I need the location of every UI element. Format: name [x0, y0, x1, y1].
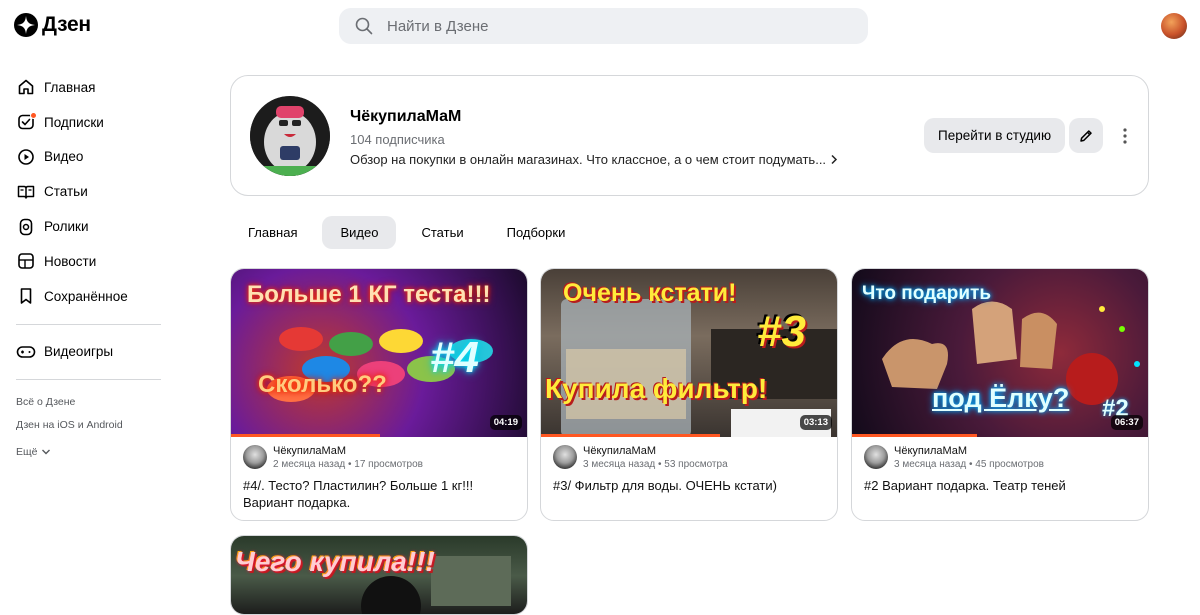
channel-card: ЧёкупилаМаМ 104 подписчика Обзор на поку… [230, 75, 1149, 196]
thumbnail-caption: Купила фильтр! [545, 373, 768, 404]
video-thumbnail[interactable]: Больше 1 КГ теста!!! Сколько?? #4 04:19 [231, 269, 527, 437]
video-title[interactable]: #2 Вариант подарка. Театр теней [864, 477, 1139, 494]
home-icon [16, 77, 36, 97]
tab-video[interactable]: Видео [322, 216, 397, 249]
notification-dot [30, 111, 37, 119]
author-avatar[interactable] [243, 445, 267, 469]
sidebar-item-articles[interactable]: Статьи [0, 174, 175, 209]
author-name[interactable]: ЧёкупилаМаМ [273, 445, 423, 458]
header: Дзен [0, 0, 1200, 54]
video-stats: 2 месяца назад • 17 просмотров [273, 459, 423, 470]
subscriber-count: 104 подписчика [350, 132, 445, 147]
watch-progress-bar [541, 434, 720, 437]
sidebar-item-label: Статьи [44, 184, 88, 200]
tab-collections[interactable]: Подборки [489, 216, 584, 249]
news-icon [16, 251, 36, 271]
sidebar-item-label: Видео [44, 149, 84, 165]
sidebar-item-subscriptions[interactable]: Подписки [0, 105, 175, 140]
sidebar-item-label: Главная [44, 79, 96, 95]
edit-button[interactable] [1069, 118, 1103, 153]
search-bar[interactable] [339, 8, 868, 44]
video-card[interactable]: Больше 1 КГ теста!!! Сколько?? #4 04:19 … [230, 268, 528, 521]
author-avatar[interactable] [553, 445, 577, 469]
thumbnail-caption: под Ёлку? [932, 383, 1070, 413]
video-meta: ЧёкупилаМаМ 2 месяца назад • 17 просмотр… [243, 445, 423, 471]
apps-link[interactable]: Дзен на iOS и Android [16, 417, 175, 440]
video-card[interactable]: Что подарить под Ёлку? #2 06:37 Чёкупила… [851, 268, 1149, 521]
sidebar-divider [16, 323, 161, 325]
dzen-logo[interactable]: Дзен [14, 13, 91, 37]
more-button[interactable] [1116, 126, 1134, 146]
sidebar: Главная Подписки Видео Статьи Ролики Нов… [0, 70, 175, 463]
sidebar-item-news[interactable]: Новости [0, 244, 175, 279]
pencil-icon [1080, 129, 1092, 142]
channel-tabs: Главная Видео Статьи Подборки [230, 216, 590, 249]
search-input[interactable] [387, 17, 827, 35]
video-title[interactable]: #4/. Тесто? Пластилин? Больше 1 кг!!! Ва… [243, 477, 518, 511]
channel-avatar[interactable] [250, 96, 330, 176]
author-name[interactable]: ЧёкупилаМаМ [583, 445, 728, 458]
sidebar-item-label: Видеоигры [44, 344, 114, 360]
sidebar-item-label: Подписки [44, 114, 104, 130]
video-thumbnail[interactable]: Чего купила!!! [231, 536, 527, 614]
video-card[interactable]: Чего купила!!! [230, 535, 528, 615]
sidebar-item-saved[interactable]: Сохранённое [0, 279, 175, 314]
studio-button[interactable]: Перейти в студию [924, 118, 1066, 153]
sidebar-item-label: Сохранённое [44, 288, 128, 304]
video-duration: 03:13 [799, 415, 832, 430]
user-avatar[interactable] [1161, 13, 1187, 39]
channel-description[interactable]: Обзор на покупки в онлайн магазинах. Что… [350, 152, 838, 167]
video-icon [16, 147, 36, 167]
video-meta: ЧёкупилаМаМ 3 месяца назад • 53 просмотр… [553, 445, 728, 471]
thumbnail-caption: #3 [757, 307, 806, 356]
gamepad-icon [16, 342, 36, 362]
sidebar-item-label: Новости [44, 253, 97, 269]
author-avatar[interactable] [864, 445, 888, 469]
thumbnail-caption: Чего купила!!! [235, 546, 435, 577]
logo-text: Дзен [42, 13, 91, 36]
video-title[interactable]: #3/ Фильтр для воды. ОЧЕНЬ кстати) [553, 477, 828, 494]
video-thumbnail[interactable]: Что подарить под Ёлку? #2 06:37 [852, 269, 1148, 437]
chevron-right-icon [831, 154, 838, 165]
video-stats: 3 месяца назад • 45 просмотров [894, 459, 1044, 470]
sidebar-item-video[interactable]: Видео [0, 140, 175, 175]
about-link[interactable]: Всё о Дзене [16, 394, 175, 417]
video-duration: 04:19 [489, 415, 522, 430]
shorts-icon [16, 217, 36, 237]
channel-avatar-image [250, 96, 330, 176]
watch-progress-bar [852, 434, 978, 437]
video-stats: 3 месяца назад • 53 просмотра [583, 459, 728, 470]
tab-home[interactable]: Главная [230, 216, 315, 249]
footer-links: Всё о Дзене Дзен на iOS и Android Ещё [0, 394, 175, 463]
thumbnail-caption: Больше 1 КГ теста!!! [247, 281, 491, 308]
video-duration: 06:37 [1110, 415, 1143, 430]
chevron-down-icon [42, 449, 51, 455]
sidebar-item-shorts[interactable]: Ролики [0, 209, 175, 244]
video-meta: ЧёкупилаМаМ 3 месяца назад • 45 просмотр… [864, 445, 1044, 471]
thumbnail-caption: Очень кстати! [563, 279, 737, 307]
author-name[interactable]: ЧёкупилаМаМ [894, 445, 1044, 458]
channel-description-text: Обзор на покупки в онлайн магазинах. Что… [350, 152, 827, 167]
more-link-label: Ещё [16, 445, 38, 458]
sidebar-item-home[interactable]: Главная [0, 70, 175, 105]
more-vertical-icon [1123, 128, 1127, 144]
sidebar-item-label: Ролики [44, 219, 89, 235]
video-thumbnail[interactable]: Очень кстати! #3 Купила фильтр! 03:13 [541, 269, 837, 437]
tab-articles[interactable]: Статьи [403, 216, 481, 249]
thumbnail-caption: Сколько?? [258, 371, 387, 398]
more-link[interactable]: Ещё [16, 440, 175, 463]
sidebar-item-games[interactable]: Видеоигры [0, 335, 175, 370]
channel-name[interactable]: ЧёкупилаМаМ [350, 108, 461, 126]
dzen-logo-icon [14, 13, 38, 37]
sidebar-divider [16, 379, 161, 381]
thumbnail-caption: #4 [430, 333, 479, 382]
articles-icon [16, 182, 36, 202]
video-card[interactable]: Очень кстати! #3 Купила фильтр! 03:13 Чё… [540, 268, 838, 521]
bookmark-icon [16, 286, 36, 306]
watch-progress-bar [231, 434, 380, 437]
search-icon [355, 17, 373, 35]
thumbnail-caption: Что подарить [862, 283, 992, 304]
